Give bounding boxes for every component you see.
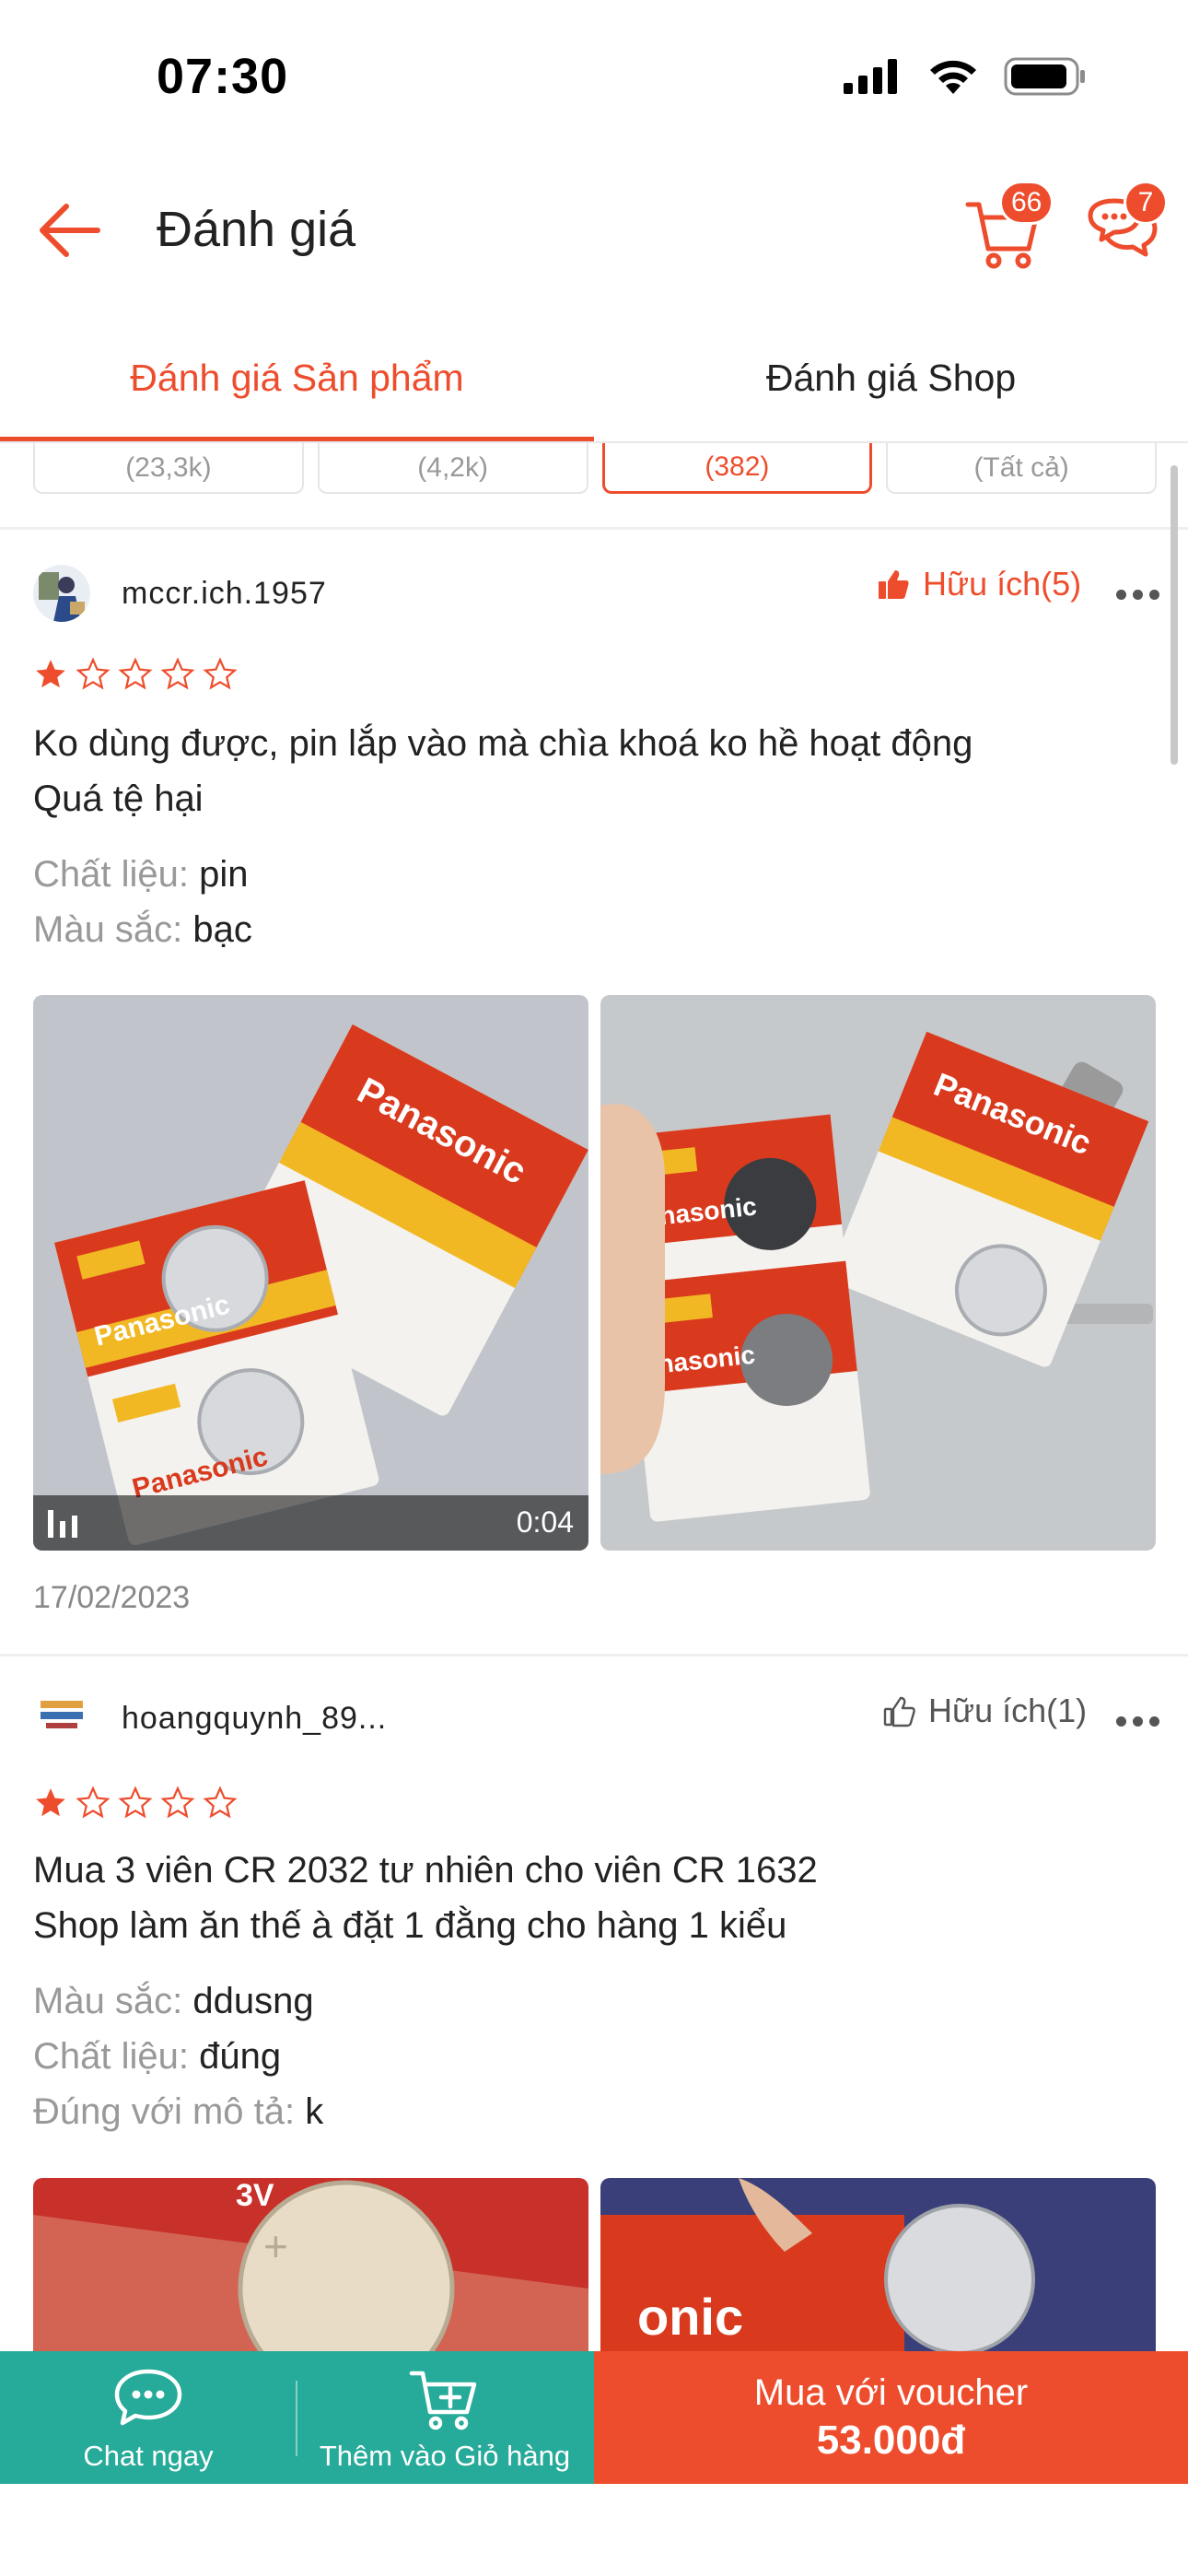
status-bar: 07:30 [0, 0, 1188, 157]
thumbs-up-filled-icon [879, 570, 909, 599]
review-date: 17/02/2023 [33, 1580, 191, 1615]
bottom-secondary-actions: Chat ngay Thêm vào Giỏ hàng [0, 2351, 594, 2484]
svg-text:+: + [263, 2222, 288, 2270]
avatar [33, 565, 90, 622]
reviewer-username: hoangquynh_89... [122, 1701, 388, 1736]
review-text: Mua 3 viên CR 2032 tư nhiên cho viên CR … [33, 1850, 818, 1946]
filter-chip[interactable]: (23,3k) [33, 443, 304, 494]
avatar [33, 1684, 90, 1741]
divider [296, 2381, 297, 2456]
buy-with-voucher-label: Mua với voucher [753, 2371, 1029, 2413]
page-title: Đánh giá [157, 202, 356, 257]
review-photo[interactable]: + 3V [33, 2178, 588, 2353]
review-text: Ko dùng được, pin lắp vào mà chìa khoá k… [33, 723, 973, 819]
svg-text:onic: onic [637, 2288, 743, 2346]
video-bars-icon [48, 1510, 77, 1538]
helpful-count: Hữu ích(5) [923, 565, 1082, 603]
tab-product-reviews[interactable]: Đánh giá Sản phẩm [0, 313, 594, 442]
battery-icon [1004, 57, 1085, 96]
thumbs-up-outline-icon [883, 1696, 915, 1727]
review-attribute: Màu sắc: bạc [33, 909, 252, 950]
star-empty-icon [203, 1786, 238, 1819]
cart-count-badge: 66 [999, 181, 1054, 225]
helpful-button[interactable]: Hữu ích(1) [882, 1692, 1087, 1730]
review-tabs: Đánh giá Sản phẩm Đánh giá Shop [0, 313, 1188, 442]
add-to-cart-icon [409, 2371, 477, 2430]
buy-with-voucher-button[interactable]: Mua với voucher 53.000đ [594, 2351, 1188, 2484]
cellular-signal-icon [844, 59, 897, 94]
bottom-action-bar: Chat ngay Thêm vào Giỏ hàng Mua với vouc… [0, 2351, 1188, 2484]
filter-chip-active[interactable]: (382) [601, 443, 873, 494]
status-time: 07:30 [157, 49, 289, 104]
app-header: Đánh giá 66 7 [0, 157, 1188, 299]
rating-filters: (23,3k) (4,2k) (382) (Tất cả) [33, 443, 1157, 494]
star-filled-icon [36, 1788, 65, 1817]
star-filled-icon [36, 660, 65, 688]
reviewer-username: mccr.ich.1957 [122, 576, 327, 611]
star-empty-icon [160, 657, 195, 690]
add-to-cart-button[interactable]: Thêm vào Giỏ hàng [297, 2351, 593, 2484]
video-duration: 0:04 [516, 1505, 574, 1539]
helpful-button[interactable]: Hữu ích(5) [877, 565, 1081, 603]
star-empty-icon [160, 1786, 195, 1819]
chat-count-badge: 7 [1124, 181, 1168, 225]
chat-icon [114, 2369, 182, 2426]
review-attribute: Chất liệu: pin [33, 854, 249, 895]
wifi-icon [930, 60, 976, 94]
filter-chip[interactable]: (4,2k) [317, 443, 588, 494]
tab-shop-reviews[interactable]: Đánh giá Shop [594, 313, 1188, 442]
star-empty-icon [76, 657, 111, 690]
star-empty-icon [76, 1786, 111, 1819]
svg-text:3V: 3V [236, 2178, 274, 2213]
review-photo[interactable]: Panasonic Panasonic anasonic [600, 995, 1156, 1551]
cart-button[interactable]: 66 [962, 181, 1054, 271]
rating-stars [33, 657, 238, 692]
arrow-left-icon [40, 204, 100, 257]
review-video[interactable]: Panasonic Panasonic Panasonic 0:04 [33, 995, 588, 1551]
status-icons [844, 57, 1087, 96]
more-options-button[interactable] [1116, 1712, 1162, 1730]
chat-button[interactable]: 7 [1079, 181, 1168, 271]
add-to-cart-label: Thêm vào Giỏ hàng [319, 2440, 571, 2472]
chat-now-button[interactable]: Chat ngay [0, 2351, 297, 2484]
star-empty-icon [118, 657, 153, 690]
review-item: hoangquynh_89... Hữu ích(1) Mua 3 viên C… [0, 1657, 1188, 2357]
star-empty-icon [203, 657, 238, 690]
helpful-count: Hữu ích(1) [928, 1692, 1088, 1729]
chat-now-label: Chat ngay [83, 2440, 214, 2472]
review-attribute: Màu sắc: ddusng [33, 1981, 314, 2021]
video-controls [33, 1495, 588, 1551]
star-empty-icon [118, 1786, 153, 1819]
rating-stars [33, 1786, 238, 1821]
review-attribute: Chất liệu: đúng [33, 2036, 282, 2077]
review-item: mccr.ich.1957 Hữu ích(5) Ko dùng được, p… [0, 530, 1188, 1654]
filter-chip[interactable]: (Tất cả) [886, 443, 1157, 494]
buy-price: 53.000đ [816, 2417, 966, 2463]
review-photo[interactable]: onic [600, 2178, 1156, 2353]
back-button[interactable] [33, 193, 107, 267]
review-attribute: Đúng với mô tả: k [33, 2091, 324, 2132]
more-options-button[interactable] [1116, 585, 1162, 603]
